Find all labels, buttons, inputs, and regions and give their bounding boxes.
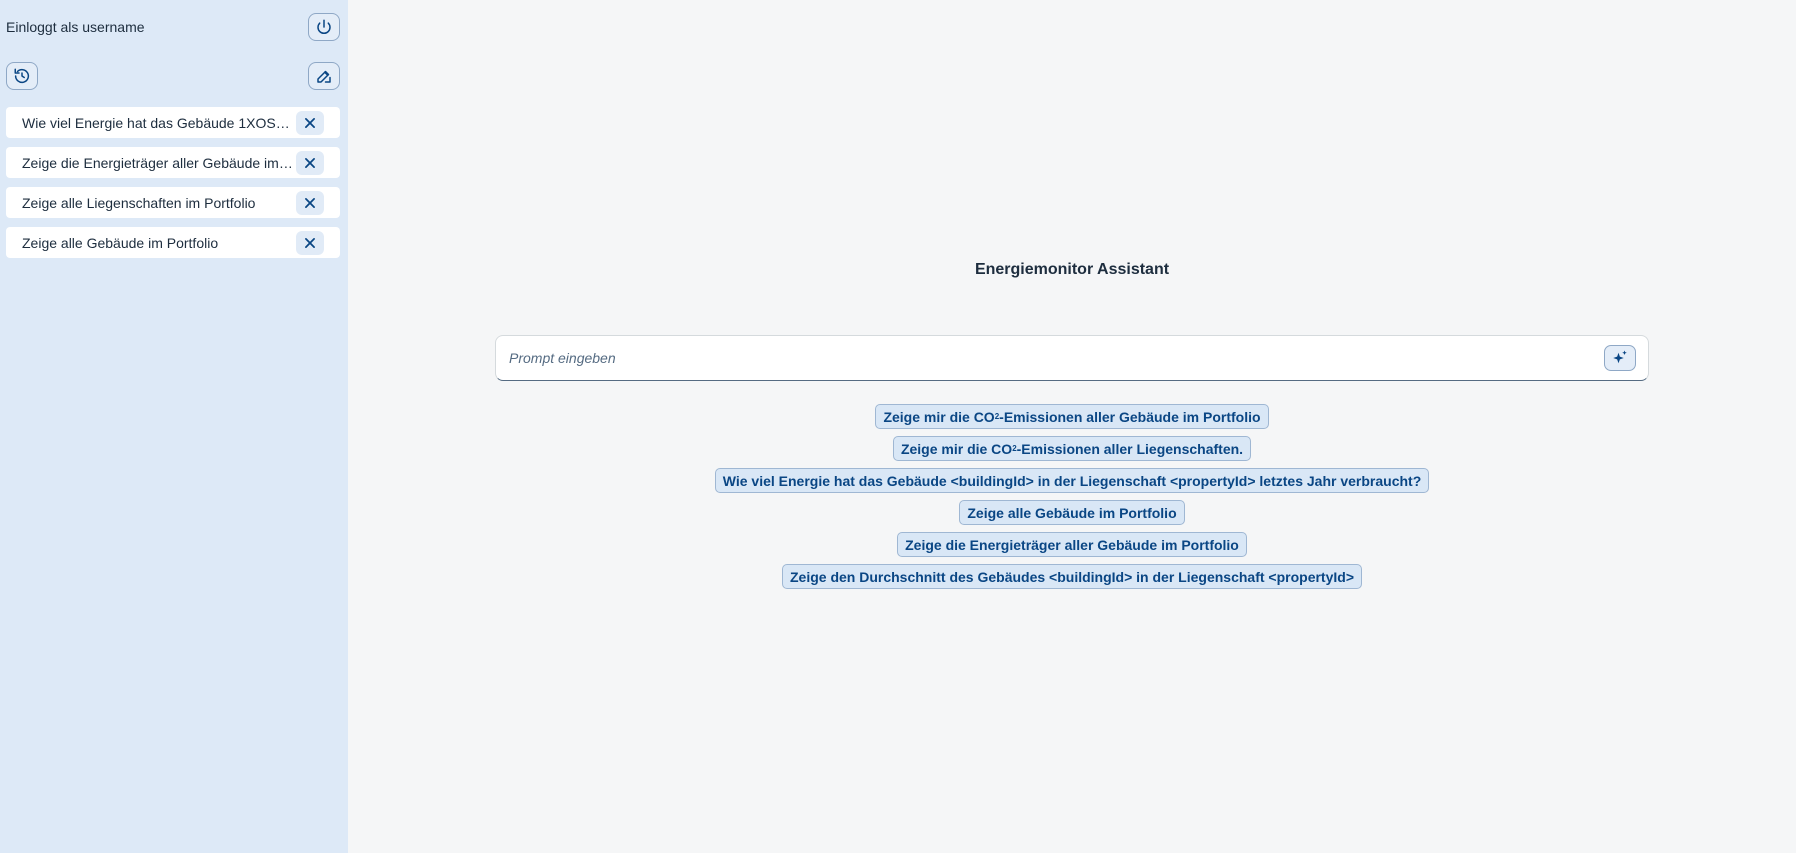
suggestion-text-end: -Emissionen aller Gebäude im Portfolio	[999, 408, 1261, 425]
remove-history-button[interactable]	[296, 150, 324, 175]
history-item-label: Wie viel Energie hat das Gebäude 1XOSY..…	[22, 114, 294, 131]
history-item[interactable]: Zeige die Energieträger aller Gebäude im…	[6, 147, 340, 178]
history-item-label: Zeige alle Gebäude im Portfolio	[22, 234, 219, 251]
main-panel: Energiemonitor Assistant Zeige mir die C…	[348, 0, 1796, 853]
history-item[interactable]: Wie viel Energie hat das Gebäude 1XOSY..…	[6, 107, 340, 138]
history-item-label: Zeige die Energieträger aller Gebäude im…	[22, 154, 294, 171]
suggestion-text: Zeige den Durchschnitt des Gebäudes <bui…	[790, 568, 1354, 585]
sparkle-icon	[1613, 350, 1627, 364]
sidebar: Einloggt als username Wie viel Energie h…	[0, 0, 348, 853]
user-label: Einloggt als username	[6, 19, 145, 35]
power-icon	[317, 19, 331, 35]
suggestion-chip[interactable]: Wie viel Energie hat das Gebäude <buildi…	[714, 468, 1430, 493]
generate-button[interactable]	[1604, 345, 1636, 371]
history-button[interactable]	[6, 62, 38, 90]
edit-icon	[317, 70, 331, 83]
close-icon	[305, 197, 315, 208]
history-list: Wie viel Energie hat das Gebäude 1XOSY..…	[6, 107, 340, 258]
logout-button[interactable]	[308, 13, 340, 41]
prompt-box	[495, 335, 1649, 381]
suggestion-chip[interactable]: Zeige alle Gebäude im Portfolio	[959, 500, 1185, 525]
suggestion-text: Zeige mir die CO	[883, 408, 995, 425]
close-icon	[305, 157, 315, 168]
page-title: Energiemonitor Assistant	[974, 261, 1170, 278]
close-icon	[305, 117, 315, 128]
suggestion-text-end: -Emissionen aller Liegenschaften.	[1016, 440, 1244, 457]
remove-history-button[interactable]	[296, 230, 324, 255]
suggestion-chip[interactable]: Zeige mir die CO 2 -Emissionen aller Liege…	[892, 436, 1252, 461]
prompt-input[interactable]	[509, 350, 1589, 366]
suggestion-text: Zeige alle Gebäude im Portfolio	[967, 504, 1177, 521]
remove-history-button[interactable]	[296, 110, 324, 135]
suggestion-chip[interactable]: Zeige den Durchschnitt des Gebäudes <bui…	[782, 564, 1362, 589]
sidebar-toolbar	[6, 56, 340, 96]
remove-history-button[interactable]	[296, 190, 324, 215]
new-chat-button[interactable]	[308, 62, 340, 90]
suggestion-chip[interactable]: Zeige die Energieträger aller Gebäude im…	[897, 532, 1247, 557]
history-item[interactable]: Zeige alle Liegenschaften im Portfolio	[6, 187, 340, 218]
suggestion-chip[interactable]: Zeige mir die CO 2 -Emissionen aller Gebäu…	[875, 404, 1269, 429]
history-item[interactable]: Zeige alle Gebäude im Portfolio	[6, 227, 340, 258]
app-root: Einloggt als username Wie viel Energie h…	[0, 0, 1796, 853]
suggestion-text: Wie viel Energie hat das Gebäude <buildi…	[722, 472, 1422, 489]
history-item-label: Zeige alle Liegenschaften im Portfolio	[22, 194, 256, 211]
suggestion-text: Zeige die Energieträger aller Gebäude im…	[905, 536, 1239, 553]
suggestion-list: Zeige mir die CO 2 -Emissionen aller Gebäu…	[348, 404, 1796, 596]
close-icon	[305, 237, 315, 248]
suggestion-text: Zeige mir die CO	[900, 440, 1013, 457]
history-icon	[14, 68, 30, 84]
sidebar-header: Einloggt als username	[6, 0, 340, 54]
